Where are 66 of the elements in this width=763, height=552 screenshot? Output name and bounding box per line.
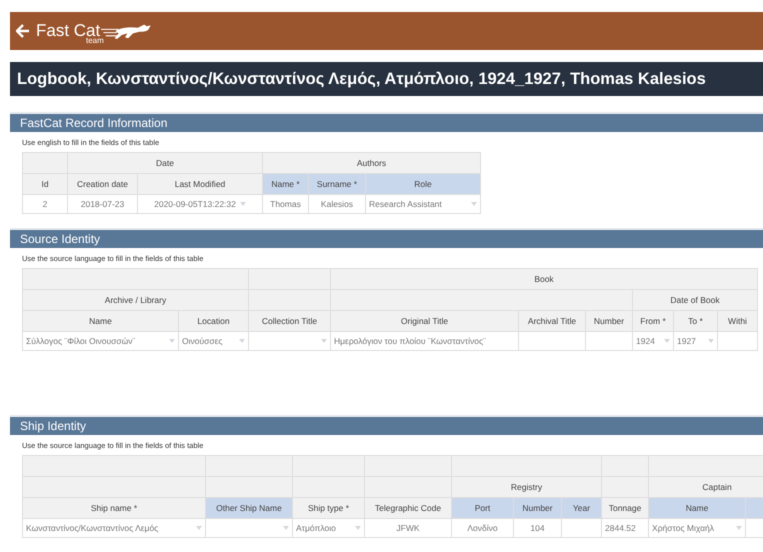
cell-text: Λονδίνο xyxy=(467,523,498,533)
column-header: Authors xyxy=(262,152,481,174)
column-header: Captain xyxy=(648,476,763,498)
cell-text: Ατμόπλοιο xyxy=(296,523,336,533)
caret-icon[interactable] xyxy=(321,339,327,343)
section-header: Ship Identity xyxy=(10,415,763,435)
caret-icon[interactable] xyxy=(169,339,175,343)
column-header: Role xyxy=(366,174,481,194)
column-header: Number xyxy=(514,498,562,518)
cell-text: 2020-09-05T13:22:32 xyxy=(154,199,236,209)
cell-text: 1927 xyxy=(677,336,696,346)
column-header: Number xyxy=(586,310,632,332)
cell-text: Kalesios xyxy=(320,199,354,209)
column-header: Other Ship Name xyxy=(206,498,292,518)
column-header: Date of Book xyxy=(632,290,758,310)
cell-text: Research Assistant xyxy=(369,199,442,209)
column-header: Collection Title xyxy=(248,310,330,332)
cell-text: JFWK xyxy=(396,523,420,533)
column-header: Ship name * xyxy=(22,498,206,518)
column-header: Name xyxy=(648,498,746,518)
caret-icon[interactable] xyxy=(708,339,714,343)
cell-text: Σύλλογος ¨Φίλοι Οινουσσών¨ xyxy=(26,336,136,346)
cell-text: 2844.52 xyxy=(605,523,636,533)
cell-text: 104 xyxy=(530,523,545,533)
column-header: Id xyxy=(22,174,68,194)
cell-text: Ημερολόγιον του πλοίου ¨Κωνσταντίνος¨ xyxy=(334,336,486,346)
column-header: Creation date xyxy=(68,174,138,194)
column-header: Withi xyxy=(718,310,758,332)
column-header: Archive / Library xyxy=(22,290,248,310)
column-header: Date xyxy=(68,152,262,174)
cell-text: 1924 xyxy=(636,336,655,346)
cell-text: 2 xyxy=(42,199,48,209)
column-header: Registry xyxy=(452,476,602,498)
caret-icon[interactable] xyxy=(239,339,245,343)
caret-icon[interactable] xyxy=(736,526,742,530)
back-arrow-icon[interactable] xyxy=(16,24,30,38)
caret-icon[interactable] xyxy=(283,526,289,530)
column-header: Location xyxy=(178,310,248,332)
section-header: FastCat Record Information xyxy=(10,112,763,132)
caret-icon[interactable] xyxy=(471,202,478,206)
column-header: Archival Title xyxy=(518,310,586,332)
column-header: From * xyxy=(632,310,674,332)
section-header: Source Identity xyxy=(10,228,763,248)
column-header: Name * xyxy=(262,174,308,194)
page-title: Logbook, Κωνσταντίνος/Κωνσταντίνος Λεμός, Ατμόπλοιο, 1924_1927, Thomas Kalesios xyxy=(10,62,763,96)
column-header: Last Modified xyxy=(138,174,262,194)
caret-icon[interactable] xyxy=(355,526,361,530)
logo-subtext: team xyxy=(86,36,104,45)
column-header: To * xyxy=(674,310,718,332)
column-header: Tonnage xyxy=(602,498,649,518)
column-header: Telegraphic Code xyxy=(364,498,452,518)
column-header: Ship type * xyxy=(292,498,364,518)
column-header: Name xyxy=(22,310,178,332)
cell-text: Thomas xyxy=(270,199,301,209)
column-header: Port xyxy=(452,498,514,518)
caret-icon[interactable] xyxy=(664,339,670,343)
column-header: Surname * xyxy=(308,174,366,194)
cell-text: Κωνσταντίνος/Κωνσταντίνος Λεμός xyxy=(26,523,158,533)
cell-text: 2018-07-23 xyxy=(80,199,124,209)
column-header: Book xyxy=(330,268,758,290)
column-header: Year xyxy=(562,498,602,518)
cell-text: Οινούσσες xyxy=(182,336,223,346)
caret-icon[interactable] xyxy=(196,526,202,530)
caret-icon[interactable] xyxy=(240,202,246,206)
column-header: Original Title xyxy=(330,310,518,332)
cell-text: Χρήστος Μιχαήλ xyxy=(652,523,714,533)
